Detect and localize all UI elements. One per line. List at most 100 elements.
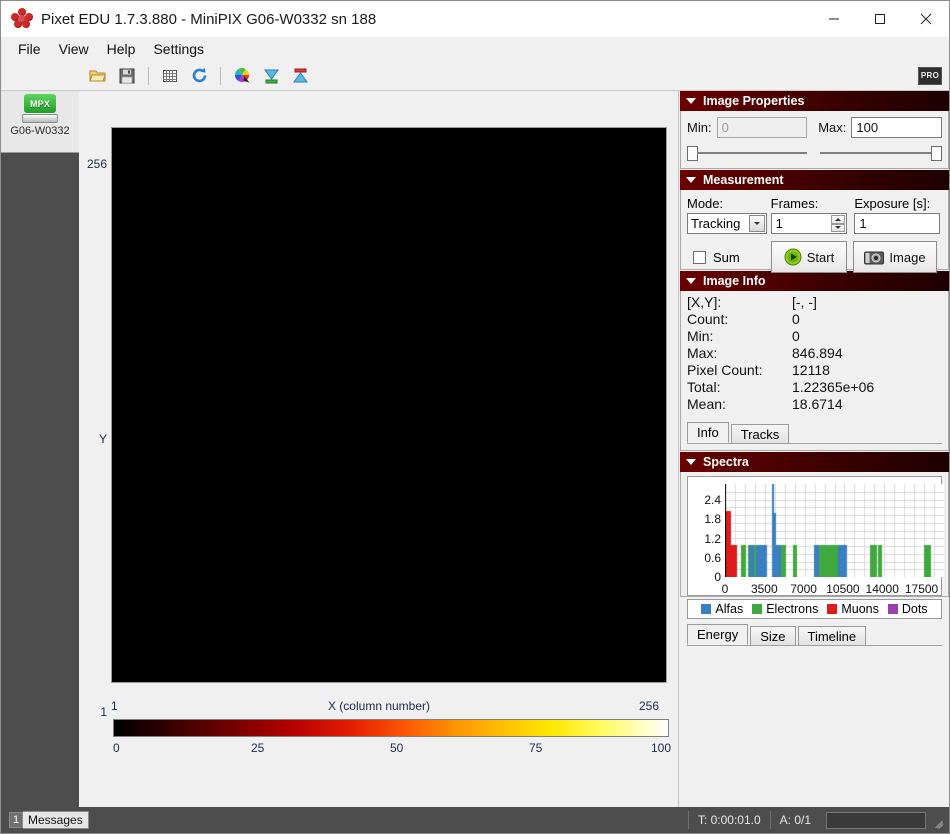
image-info-table: [X,Y]: [-, -] Count: 0 Min: 0 Max: 846.8… <box>687 294 942 412</box>
tab-size[interactable]: Size <box>750 626 796 645</box>
status-acquisition: A: 0/1 <box>769 811 820 829</box>
image-button[interactable]: Image <box>853 241 937 273</box>
legend-label: Muons <box>841 602 879 616</box>
messages-button[interactable]: Messages <box>23 811 89 829</box>
tab-energy[interactable]: Energy <box>687 624 749 645</box>
section-header-spectra[interactable]: Spectra <box>680 452 949 472</box>
legend-swatch <box>701 604 712 614</box>
tab-timeline[interactable]: Timeline <box>797 626 867 645</box>
toolbar: PRO <box>1 61 949 91</box>
chart-x-tick: 3500 <box>750 582 778 596</box>
colorbar-tick-25: 25 <box>251 741 265 755</box>
chart-y-tick: 2.4 <box>704 493 721 508</box>
right-panel: Image Properties Min: 0 Max: 100 Measure… <box>680 91 949 807</box>
info-value-pixel-count: 12118 <box>792 362 830 378</box>
menu-item-view[interactable]: View <box>50 39 98 59</box>
section-header-measurement[interactable]: Measurement <box>680 170 949 190</box>
chart-y-tick: 1.2 <box>704 531 721 546</box>
spectra-chart[interactable]: 0 0.6 1.2 1.8 2.4 0 3500 7000 10500 14000 17500 <box>687 476 944 596</box>
tab-info[interactable]: Info <box>687 422 729 443</box>
section-header-image-info[interactable]: Image Info <box>680 271 949 291</box>
tab-tracks[interactable]: Tracks <box>730 424 790 443</box>
pro-badge[interactable]: PRO <box>918 66 942 85</box>
min-label: Min: <box>687 120 712 135</box>
open-folder-icon[interactable] <box>85 63 111 89</box>
detector-image-area: 256 Y 1 <box>87 127 667 719</box>
info-label-mean: Mean: <box>687 396 726 412</box>
menu-item-settings[interactable]: Settings <box>144 39 213 59</box>
legend-swatch <box>827 604 838 614</box>
chart-x-tick: 14000 <box>865 582 899 596</box>
colorbar <box>113 719 669 737</box>
min-slider[interactable] <box>687 144 810 162</box>
stepper-up-icon[interactable] <box>830 215 845 224</box>
chevron-down-icon <box>686 98 696 104</box>
section-title: Image Info <box>703 274 766 288</box>
app-logo-icon <box>11 8 33 30</box>
info-value-total: 1.22365e+06 <box>792 379 875 395</box>
chart-y-tick: 1.8 <box>704 512 721 527</box>
detector-canvas[interactable] <box>111 127 667 683</box>
refresh-icon[interactable] <box>186 63 212 89</box>
info-value-mean: 18.6714 <box>792 396 843 412</box>
status-right: T: 0:00:01.0 A: 0/1 <box>687 811 949 829</box>
min-input[interactable]: 0 <box>716 117 808 138</box>
load-up-icon[interactable] <box>287 63 313 89</box>
mode-select[interactable]: Tracking <box>687 213 767 234</box>
colorbar-tick-0: 0 <box>113 741 120 755</box>
close-button[interactable] <box>903 1 949 37</box>
menu-item-help[interactable]: Help <box>98 39 145 59</box>
grid-icon[interactable] <box>157 63 183 89</box>
chart-x-tick: 7000 <box>790 582 817 596</box>
sidebar-item-device[interactable]: MPX G06-W0332 <box>1 91 79 153</box>
device-name-label: G06-W0332 <box>10 125 70 137</box>
minimize-button[interactable] <box>811 1 857 37</box>
chevron-down-icon <box>686 177 696 183</box>
color-wheel-icon[interactable] <box>229 63 255 89</box>
info-value-xy: [-, -] <box>792 294 817 310</box>
max-label: Max: <box>818 120 847 135</box>
exposure-input[interactable]: 1 <box>854 213 941 234</box>
mpx-icon-base <box>22 114 58 123</box>
resize-grip-icon[interactable] <box>932 813 946 829</box>
frames-stepper[interactable] <box>830 215 845 232</box>
section-title: Measurement <box>703 173 784 187</box>
save-floppy-icon[interactable] <box>114 63 140 89</box>
section-header-image-properties[interactable]: Image Properties <box>680 91 949 111</box>
status-bar: 1 Messages T: 0:00:01.0 A: 0/1 <box>1 807 949 833</box>
mpx-device-icon: MPX <box>21 94 59 124</box>
section-title: Spectra <box>703 455 749 469</box>
mpx-icon-label: MPX <box>24 94 56 113</box>
chart-x-tick: 17500 <box>904 582 939 596</box>
colorbar-tick-50: 50 <box>390 741 404 755</box>
sum-checkbox[interactable] <box>693 250 706 264</box>
legend-item-muons: Muons <box>827 602 879 616</box>
sum-label: Sum <box>713 249 740 265</box>
colorbar-tick-75: 75 <box>529 741 543 755</box>
y-axis-label: Y <box>98 432 107 446</box>
y-axis-max-label: 256 <box>86 157 107 171</box>
frames-input[interactable]: 1 <box>770 213 847 234</box>
load-down-icon[interactable] <box>258 63 284 89</box>
exposure-label: Exposure [s]: <box>854 196 931 211</box>
legend-label: Dots <box>901 602 928 616</box>
toolbar-separator <box>220 66 221 85</box>
pixet-edu-window: Pixet EDU 1.7.3.880 - MiniPIX G06-W0332 … <box>0 0 950 834</box>
max-input[interactable]: 100 <box>851 117 942 138</box>
colorbar-tick-100: 100 <box>651 741 672 755</box>
menu-item-file[interactable]: File <box>9 39 50 59</box>
info-label-count: Count: <box>687 311 729 327</box>
window-title: Pixet EDU 1.7.3.880 - MiniPIX G06-W0332 … <box>41 10 377 28</box>
chevron-down-icon <box>686 278 696 284</box>
max-slider[interactable] <box>819 144 942 162</box>
message-count-badge: 1 <box>9 812 23 828</box>
status-progress-box <box>826 811 926 829</box>
section-title: Image Properties <box>703 94 805 108</box>
start-button[interactable]: Start <box>771 241 847 273</box>
toolbar-buttons <box>79 63 313 89</box>
image-horizontal-scrollbar[interactable] <box>111 685 667 696</box>
stepper-down-icon[interactable] <box>830 223 845 232</box>
legend-item-dots: Dots <box>887 602 928 616</box>
maximize-button[interactable] <box>857 1 903 37</box>
